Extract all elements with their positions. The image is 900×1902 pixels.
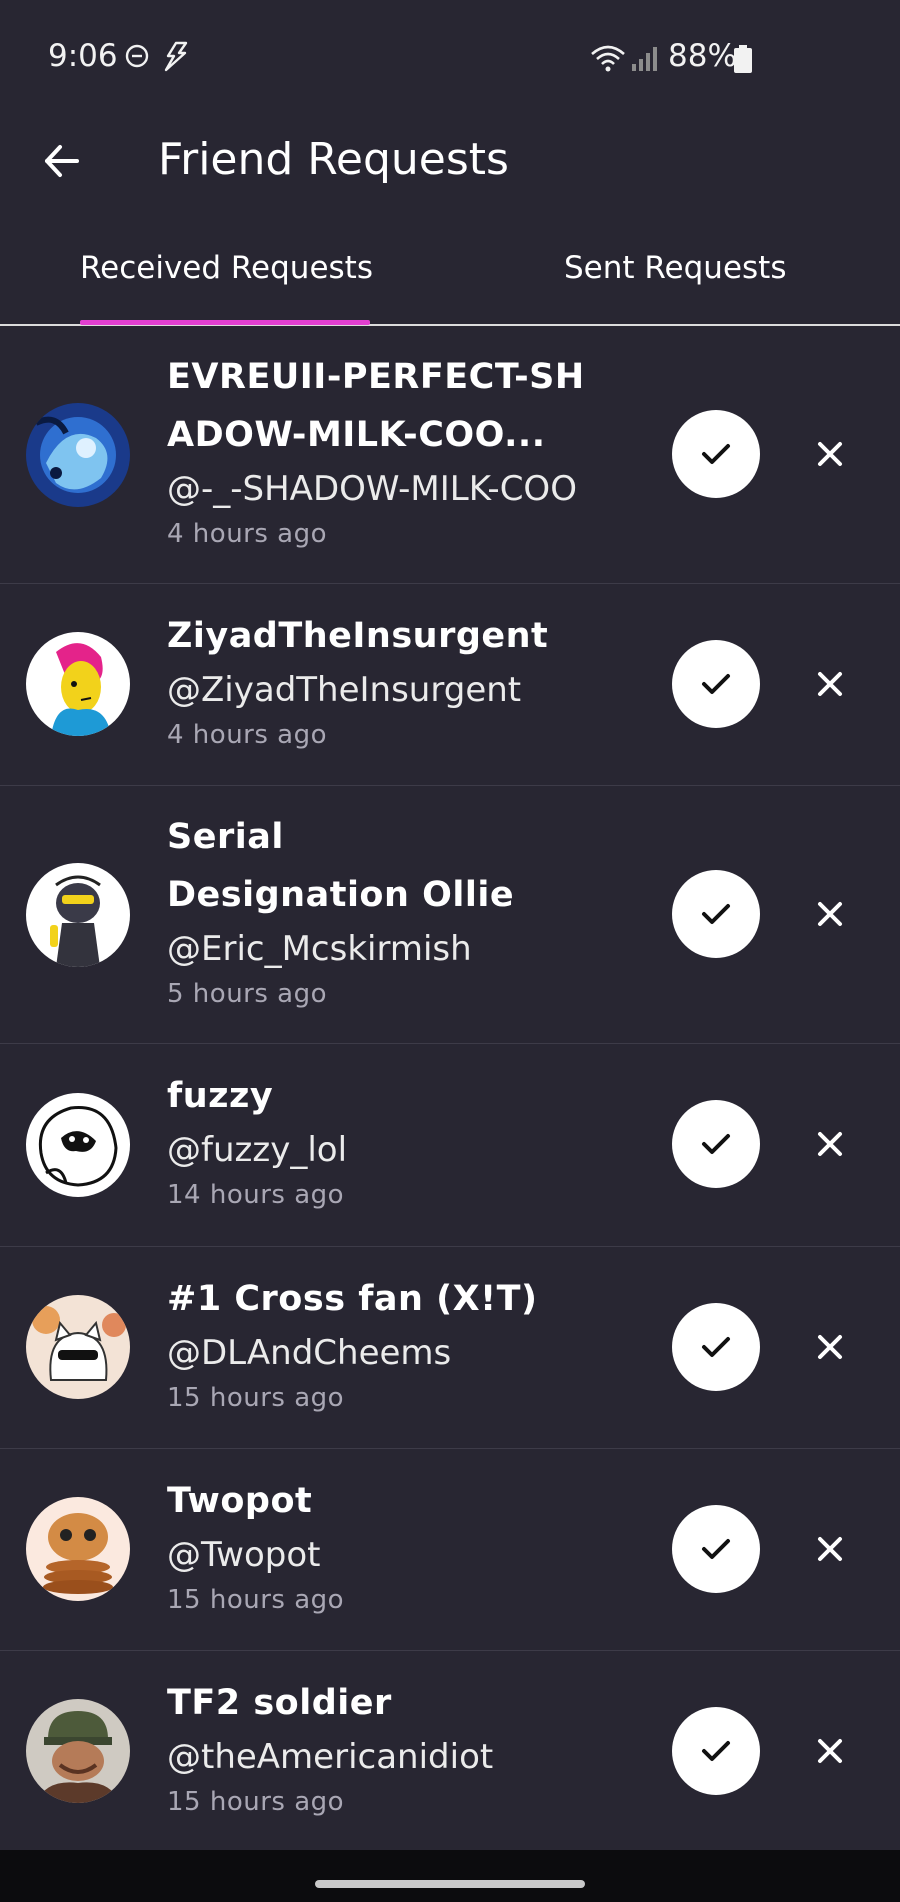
friend-request-row: TF2 soldier @theAmericanidiot 15 hours a… <box>0 1651 900 1853</box>
friend-request-row: Twopot @Twopot 15 hours ago <box>0 1449 900 1651</box>
username: @ZiyadTheInsurgent <box>167 670 522 710</box>
system-nav-bar <box>0 1850 900 1902</box>
accept-button[interactable] <box>672 870 760 958</box>
close-icon <box>818 442 842 466</box>
accept-button[interactable] <box>672 1707 760 1795</box>
close-icon <box>818 1335 842 1359</box>
decline-button[interactable] <box>800 1114 860 1174</box>
avatar-image <box>26 403 130 507</box>
avatar-image <box>26 1093 130 1197</box>
request-info: Twopot @Twopot 15 hours ago <box>167 1472 617 1620</box>
check-icon <box>702 1741 730 1761</box>
display-name: EVREUII-PERFECT-SHADOW-MILK-COO... <box>167 357 585 455</box>
decline-button[interactable] <box>800 1317 860 1377</box>
accept-button[interactable] <box>672 640 760 728</box>
close-icon <box>818 1537 842 1561</box>
request-info: fuzzy @fuzzy_lol 14 hours ago <box>167 1067 617 1215</box>
status-time: 9:06 <box>48 38 118 74</box>
username: @-_-SHADOW-MILK-COO <box>167 469 577 509</box>
friend-request-row: #1 Cross fan (X!T) @DLAndCheems 15 hours… <box>0 1247 900 1449</box>
display-name: ZiyadTheInsurgent <box>167 616 549 656</box>
decline-button[interactable] <box>800 654 860 714</box>
avatar[interactable] <box>26 1295 130 1399</box>
back-button[interactable] <box>36 136 86 186</box>
avatar[interactable] <box>26 632 130 736</box>
request-time: 15 hours ago <box>167 1787 345 1817</box>
avatar-image <box>26 1497 130 1601</box>
friend-request-row: Serial Designation Ollie @Eric_Mcskirmis… <box>0 786 900 1044</box>
wifi-icon <box>591 45 625 72</box>
request-info: EVREUII-PERFECT-SHADOW-MILK-COO... @-_-S… <box>167 348 617 554</box>
request-time: 5 hours ago <box>167 979 328 1009</box>
signal-icon <box>632 47 657 71</box>
check-icon <box>702 674 730 694</box>
username: @Eric_Mcskirmish <box>167 929 472 969</box>
home-indicator[interactable] <box>315 1880 585 1888</box>
avatar[interactable] <box>26 1699 130 1803</box>
check-icon <box>702 1134 730 1154</box>
request-info: TF2 soldier @theAmericanidiot 15 hours a… <box>167 1674 617 1822</box>
username: @DLAndCheems <box>167 1333 452 1373</box>
avatar[interactable] <box>26 1093 130 1197</box>
display-name: Twopot <box>167 1481 313 1521</box>
avatar-image <box>26 1295 130 1399</box>
username: @Twopot <box>167 1535 321 1575</box>
friend-request-row: fuzzy @fuzzy_lol 14 hours ago <box>0 1044 900 1247</box>
accept-button[interactable] <box>672 1100 760 1188</box>
accept-button[interactable] <box>672 410 760 498</box>
arrow-left-icon <box>45 145 79 177</box>
avatar[interactable] <box>26 403 130 507</box>
display-name: TF2 soldier <box>167 1683 392 1723</box>
request-info: ZiyadTheInsurgent @ZiyadTheInsurgent 4 h… <box>167 607 617 755</box>
check-icon <box>702 1337 730 1357</box>
tab-received-requests[interactable]: Received Requests <box>80 250 373 286</box>
avatar-image <box>26 632 130 736</box>
friend-request-row: ZiyadTheInsurgent @ZiyadTheInsurgent 4 h… <box>0 584 900 786</box>
display-name: fuzzy <box>167 1076 274 1116</box>
accept-button[interactable] <box>672 1303 760 1391</box>
friend-request-list: EVREUII-PERFECT-SHADOW-MILK-COO... @-_-S… <box>0 325 900 1853</box>
avatar[interactable] <box>26 863 130 967</box>
check-icon <box>702 904 730 924</box>
accept-button[interactable] <box>672 1505 760 1593</box>
bolt-icon <box>164 41 188 72</box>
decline-button[interactable] <box>800 1721 860 1781</box>
request-time: 15 hours ago <box>167 1383 345 1413</box>
close-icon <box>818 1739 842 1763</box>
request-time: 4 hours ago <box>167 519 328 549</box>
close-icon <box>818 1132 842 1156</box>
username: @theAmericanidiot <box>167 1737 494 1777</box>
tab-sent-requests[interactable]: Sent Requests <box>564 250 786 286</box>
battery-percent: 88% <box>668 38 737 74</box>
friend-request-row: EVREUII-PERFECT-SHADOW-MILK-COO... @-_-S… <box>0 325 900 584</box>
page-title: Friend Requests <box>158 134 509 185</box>
avatar-image <box>26 1699 130 1803</box>
request-time: 14 hours ago <box>167 1180 345 1210</box>
do-not-disturb-icon <box>125 44 149 68</box>
battery-icon <box>734 45 752 73</box>
username: @fuzzy_lol <box>167 1130 348 1170</box>
display-name: #1 Cross fan (X!T) <box>167 1279 538 1319</box>
display-name: Serial Designation Ollie <box>167 817 515 915</box>
check-icon <box>702 444 730 464</box>
status-bar: 9:06 88% <box>0 0 900 110</box>
request-info: Serial Designation Ollie @Eric_Mcskirmis… <box>167 808 617 1014</box>
avatar-image <box>26 863 130 967</box>
tab-bar: Received Requests Sent Requests <box>0 240 900 326</box>
check-icon <box>702 1539 730 1559</box>
close-icon <box>818 902 842 926</box>
request-info: #1 Cross fan (X!T) @DLAndCheems 15 hours… <box>167 1270 617 1418</box>
close-icon <box>818 672 842 696</box>
avatar[interactable] <box>26 1497 130 1601</box>
request-time: 15 hours ago <box>167 1585 345 1615</box>
decline-button[interactable] <box>800 424 860 484</box>
request-time: 4 hours ago <box>167 720 328 750</box>
decline-button[interactable] <box>800 1519 860 1579</box>
decline-button[interactable] <box>800 884 860 944</box>
app-bar: Friend Requests <box>0 110 900 220</box>
